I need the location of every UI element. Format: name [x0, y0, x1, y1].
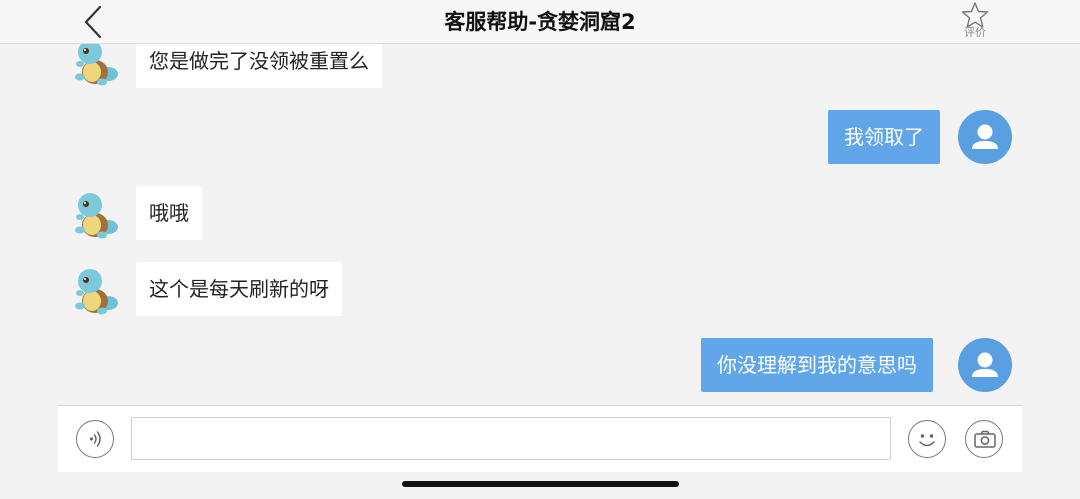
input-bar: [58, 405, 1022, 472]
message-bubble-incoming: 您是做完了没领被重置么: [136, 44, 382, 88]
star-outline-icon: [961, 2, 989, 28]
voice-icon: [89, 431, 101, 447]
camera-button[interactable]: [965, 420, 1003, 458]
rate-label: 评价: [964, 26, 986, 39]
squirtle-avatar-icon: [75, 193, 118, 239]
message-bubble-incoming: 哦哦: [136, 186, 202, 240]
agent-avatar: [68, 185, 124, 241]
nav-bar: 客服帮助-贪婪洞窟2 评价: [0, 0, 1080, 44]
page-title: 客服帮助-贪婪洞窟2: [444, 10, 636, 34]
squirtle-avatar-icon: [75, 269, 118, 315]
emoji-icon: [919, 434, 935, 447]
user-silhouette-icon: [972, 352, 998, 377]
emoji-button[interactable]: [908, 420, 946, 458]
voice-button[interactable]: [76, 420, 114, 458]
user-silhouette-icon: [972, 124, 998, 149]
user-avatar: [958, 110, 1012, 164]
home-indicator[interactable]: [402, 481, 679, 487]
chat-area[interactable]: 您是做完了没领被重置么 我领取了 哦哦 这个是每天刷新的呀 你没理解到我的意思吗: [0, 44, 1080, 404]
camera-icon: [974, 430, 996, 448]
agent-avatar: [68, 44, 124, 88]
message-input[interactable]: [131, 417, 891, 460]
user-avatar: [958, 338, 1012, 392]
message-bubble-outgoing: 我领取了: [828, 110, 940, 164]
message-bubble-outgoing: 你没理解到我的意思吗: [701, 338, 933, 392]
message-bubble-incoming: 这个是每天刷新的呀: [136, 262, 342, 316]
rate-button[interactable]: 评价: [955, 0, 995, 43]
squirtle-avatar-icon: [75, 44, 118, 86]
agent-avatar: [68, 261, 124, 317]
